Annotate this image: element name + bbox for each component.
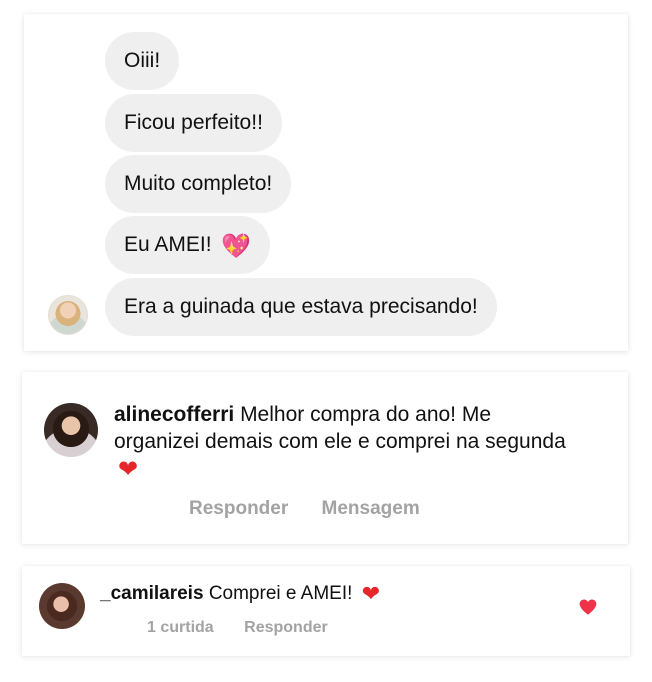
commenter-avatar[interactable]: [39, 583, 85, 629]
chat-message-text: Muito completo!: [124, 172, 273, 195]
comment-body: _camilareis Comprei e AMEI! ❤: [100, 580, 520, 607]
chat-message-text: Era a guinada que estava precisando!: [124, 295, 478, 318]
commenter-avatar[interactable]: [44, 403, 98, 457]
comment-card: alinecofferri Melhor compra do ano! Me o…: [22, 372, 628, 544]
chat-message-bubble: Era a guinada que estava precisando!: [105, 278, 497, 336]
comment-username[interactable]: _camilareis: [100, 583, 204, 604]
sparkling-heart-emoji: 💖: [221, 233, 252, 260]
like-heart-icon[interactable]: [578, 597, 598, 617]
comment-text: Comprei e AMEI!: [208, 583, 353, 604]
message-button[interactable]: Mensagem: [322, 498, 420, 519]
comment-actions: 1 curtida Responder: [147, 619, 328, 637]
comment-card: _camilareis Comprei e AMEI! ❤ 1 curtida …: [22, 566, 630, 656]
red-heart-emoji: ❤: [118, 456, 139, 483]
reply-button[interactable]: Responder: [189, 498, 288, 519]
reply-button[interactable]: Responder: [244, 619, 328, 636]
red-heart-emoji: ❤: [361, 581, 381, 606]
chat-message-bubble: Eu AMEI! 💖: [105, 216, 271, 274]
chat-message-text: Eu AMEI!: [124, 233, 212, 256]
chat-message-bubble: Ficou perfeito!!: [105, 94, 282, 152]
likes-count[interactable]: 1 curtida: [147, 619, 214, 636]
comment-body: alinecofferri Melhor compra do ano! Me o…: [114, 401, 574, 482]
chat-message-bubble: Oiii!: [105, 32, 180, 90]
chat-card: Oiii! Ficou perfeito!! Muito completo! E…: [24, 14, 628, 351]
comment-username[interactable]: alinecofferri: [114, 403, 234, 426]
chat-message-bubble: Muito completo!: [105, 155, 292, 213]
chat-message-text: Oiii!: [124, 49, 161, 72]
chat-message-text: Ficou perfeito!!: [124, 111, 263, 134]
comment-actions: Responder Mensagem: [189, 498, 420, 520]
sender-avatar[interactable]: [48, 295, 88, 335]
